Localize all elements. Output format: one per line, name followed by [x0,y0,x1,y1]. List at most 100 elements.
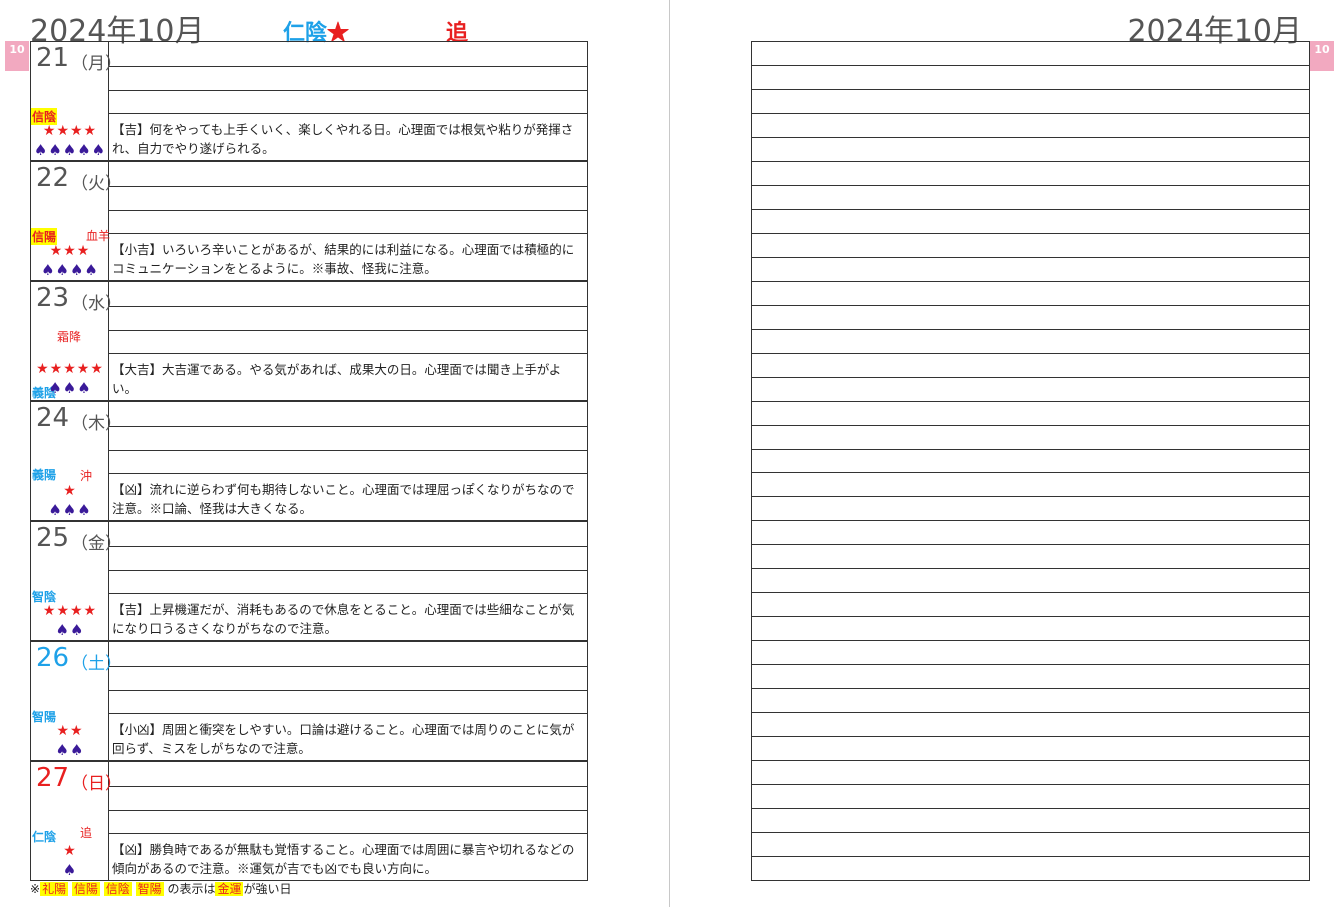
day-sidebar: 21 （月） 信陰 ★★★★ ♠♠♠♠♠ [31,42,122,160]
day-sidebar: 26 （土） 智陽 ★★ ♠♠ [31,642,122,760]
day-entry[interactable]: 26 （土） 智陽 ★★ ♠♠ 【小凶】周囲と衝突をしやすい。口論は避けること。心理面では… [30,641,588,761]
fortune-badge: 義陽 [32,468,57,482]
date-number: 24 [36,403,70,433]
notes-ruled-line [752,89,1309,90]
notes-ruled-line [752,544,1309,545]
notes-ruled-line [752,496,1309,497]
date-number: 25 [36,523,70,553]
footer-item: 智陽 [135,882,164,896]
notes-ruled-line [752,856,1309,857]
fortune-text: 【吉】上昇機運だが、消耗もあるので休息をとること。心理面では些細なことが気になり… [112,602,575,636]
notes-ruled-line [752,592,1309,593]
day-entry[interactable]: 23 （水） 義陰 ★★★★★ ♠♠♠ 【大吉】大吉運である。やる気があれば、成果大の日。… [30,281,588,401]
ruled-line [109,713,587,714]
notes-ruled-line [752,832,1309,833]
day-entry[interactable]: 21 （月） 信陰 ★★★★ ♠♠♠♠♠ 【吉】何をやっても上手くいく、楽しくやれる日。心… [30,41,588,161]
day-entry[interactable]: 27 （日） 仁陰 ★ ♠ 【凶】勝負時であるが無駄も覚悟すること。心理面では周囲に暴言や… [30,761,588,881]
day-entry[interactable]: 25 （金） 智陰 ★★★★ ♠♠ 【吉】上昇機運だが、消耗もあるので休息をとること。心理… [30,521,588,641]
footer-item: 信陰 [103,882,132,896]
ruled-line [109,473,587,474]
date-number: 22 [36,163,70,193]
ruled-line [109,833,587,834]
month-tab-right[interactable]: 10 [1310,41,1334,71]
footer-prefix: ※ [30,882,41,896]
notes-ruled-line [752,401,1309,402]
notes-ruled-line [752,281,1309,282]
ruled-line [109,90,587,91]
ruled-line [109,113,587,114]
star-rating: ★ [63,483,77,499]
date-number: 23 [36,283,70,313]
notes-ruled-line [752,760,1309,761]
ruled-line [109,233,587,234]
ruled-line [109,306,587,307]
extra-marker: 沖 [80,469,93,483]
notes-ruled-line [752,161,1309,162]
star-rating: ★★★★★ [36,361,104,377]
fortune-text: 【凶】流れに逆らわず何も期待しないこと。心理面では理屈っぽくなりがちなので注意。… [112,482,575,516]
notes-ruled-line [752,233,1309,234]
notes-ruled-line [752,425,1309,426]
day-sidebar: 22 （火） 信陽 ★★★ ♠♠♠♠ [31,162,122,280]
notes-ruled-line [752,880,1309,881]
notes-ruled-line [752,808,1309,809]
spade-rating: ♠♠ [55,741,85,759]
notes-ruled-line [752,209,1309,210]
extra-marker: 霜降 [57,330,82,344]
fortune-text: 【大吉】大吉運である。やる気があれば、成果大の日。心理面では聞き上手がよい。 [112,362,562,396]
day-writing-lines[interactable] [109,642,587,714]
notes-ruled-line [752,449,1309,450]
notes-ruled-line [752,640,1309,641]
day-entry[interactable]: 22 （火） 信陽 ★★★ ♠♠♠♠ 【小吉】いろいろ辛いことがあるが、結果的には利益にな… [30,161,588,281]
day-writing-lines[interactable] [109,522,587,594]
notes-ruled-line [752,137,1309,138]
date-number: 26 [36,643,70,673]
star-rating: ★★★★ [42,603,98,619]
extra-marker: 追 [80,826,93,840]
notes-ruled-line [752,113,1309,114]
footer-middle: の表示は [167,882,216,896]
notes-ruled-line [752,664,1309,665]
day-writing-lines[interactable] [109,402,587,474]
ruled-line [109,593,587,594]
day-writing-lines[interactable] [109,162,587,234]
ruled-line [109,330,587,331]
fortune-text: 【小凶】周囲と衝突をしやすい。口論は避けること。心理面では周りのことに気が回らず… [112,722,575,756]
page-divider [669,0,670,907]
footer-item: 礼陽 [40,882,69,896]
ruled-line [109,810,587,811]
ruled-line [109,186,587,187]
ruled-line [109,450,587,451]
ruled-line [109,570,587,571]
star-rating: ★ [63,843,77,859]
footer-item: 信陽 [71,882,100,896]
day-sidebar: 25 （金） 智陰 ★★★★ ♠♠ [31,522,122,640]
ruled-line [109,426,587,427]
fortune-text: 【吉】何をやっても上手くいく、楽しくやれる日。心理面では根気や粘りが発揮され、自… [112,122,574,156]
notes-ruled-line [752,305,1309,306]
ruled-line [109,353,587,354]
ruled-line [109,690,587,691]
footer-keyword: 金運 [215,882,244,896]
notes-ruled-line [752,688,1309,689]
day-entry[interactable]: 24 （木） 義陽 ★ ♠♠♠ 【凶】流れに逆らわず何も期待しないこと。心理面では理屈っぽ… [30,401,588,521]
star-rating: ★★★★ [42,123,98,139]
date-number: 27 [36,763,70,793]
day-writing-lines[interactable] [109,762,587,834]
month-tab-left[interactable]: 10 [5,41,29,71]
notes-ruled-line [752,520,1309,521]
day-writing-lines[interactable] [109,282,587,354]
spade-rating: ♠♠♠ [48,501,92,519]
notes-ruled-line [752,257,1309,258]
ruled-line [109,210,587,211]
notes-ruled-line [752,712,1309,713]
spade-rating: ♠♠♠ [48,379,92,397]
notes-ruled-line [752,784,1309,785]
notes-page[interactable] [751,41,1310,881]
day-writing-lines[interactable] [109,42,587,114]
ruled-line [109,66,587,67]
notes-ruled-line [752,353,1309,354]
notes-ruled-line [752,329,1309,330]
notes-ruled-line [752,41,1309,42]
notes-ruled-line [752,377,1309,378]
